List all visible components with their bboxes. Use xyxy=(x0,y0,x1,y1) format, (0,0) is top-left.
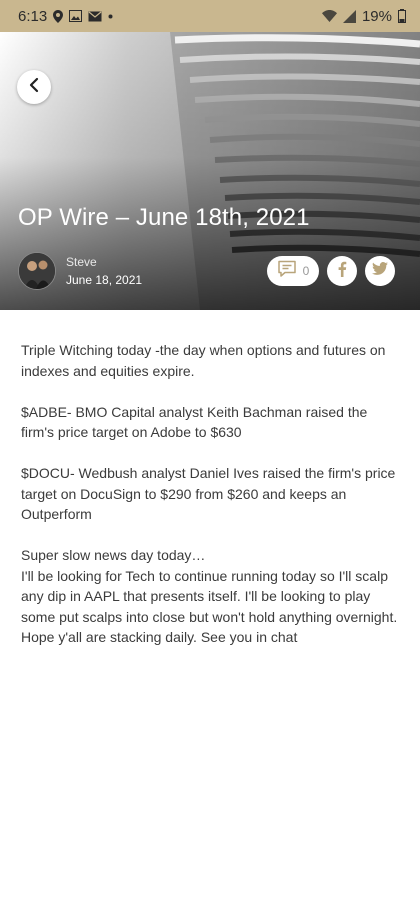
closing-line: I'll be looking for Tech to continue run… xyxy=(21,567,398,625)
facebook-share-button[interactable] xyxy=(327,256,357,286)
comment-icon xyxy=(277,260,297,283)
facebook-icon xyxy=(337,261,347,282)
status-time: 6:13 xyxy=(18,7,48,25)
author-block: Steve June 18, 2021 xyxy=(18,252,142,290)
article-closing: Super slow news day today… I'll be looki… xyxy=(21,545,403,648)
image-icon xyxy=(69,10,83,22)
article-paragraph: $ADBE- BMO Capital analyst Keith Bachman… xyxy=(21,403,368,441)
battery-icon xyxy=(398,9,406,23)
twitter-icon xyxy=(372,262,388,280)
action-buttons: 0 xyxy=(267,256,395,286)
location-icon xyxy=(53,9,64,23)
author-meta: Steve June 18, 2021 xyxy=(66,255,142,287)
closing-line: Hope y'all are stacking daily. See you i… xyxy=(21,629,298,645)
author-name: Steve xyxy=(66,255,97,269)
mail-icon xyxy=(88,11,102,22)
author-avatar xyxy=(18,252,56,290)
status-left: 6:13 xyxy=(18,8,113,25)
closing-line: Super slow news day today… xyxy=(21,547,206,563)
comment-count: 0 xyxy=(302,264,310,278)
wifi-icon xyxy=(321,10,337,22)
status-bar: 6:13 19% xyxy=(0,0,420,32)
article-body: Triple Witching today -the day when opti… xyxy=(21,340,403,648)
article-hero: OP Wire – June 18th, 2021 Steve June 18,… xyxy=(0,32,420,310)
comments-button[interactable]: 0 xyxy=(267,256,319,286)
back-button[interactable] xyxy=(17,70,51,104)
battery-percent: 19% xyxy=(361,7,392,25)
signal-icon xyxy=(342,9,356,23)
post-date: June 18, 2021 xyxy=(66,273,143,287)
twitter-share-button[interactable] xyxy=(365,256,395,286)
status-right: 19% xyxy=(321,7,406,25)
chevron-left-icon xyxy=(28,77,40,98)
article-title: OP Wire – June 18th, 2021 xyxy=(18,204,310,231)
article-paragraph: Triple Witching today -the day when opti… xyxy=(21,342,386,379)
article-paragraph: $DOCU- Wedbush analyst Daniel Ives raise… xyxy=(21,465,396,522)
dot-icon xyxy=(108,14,113,19)
